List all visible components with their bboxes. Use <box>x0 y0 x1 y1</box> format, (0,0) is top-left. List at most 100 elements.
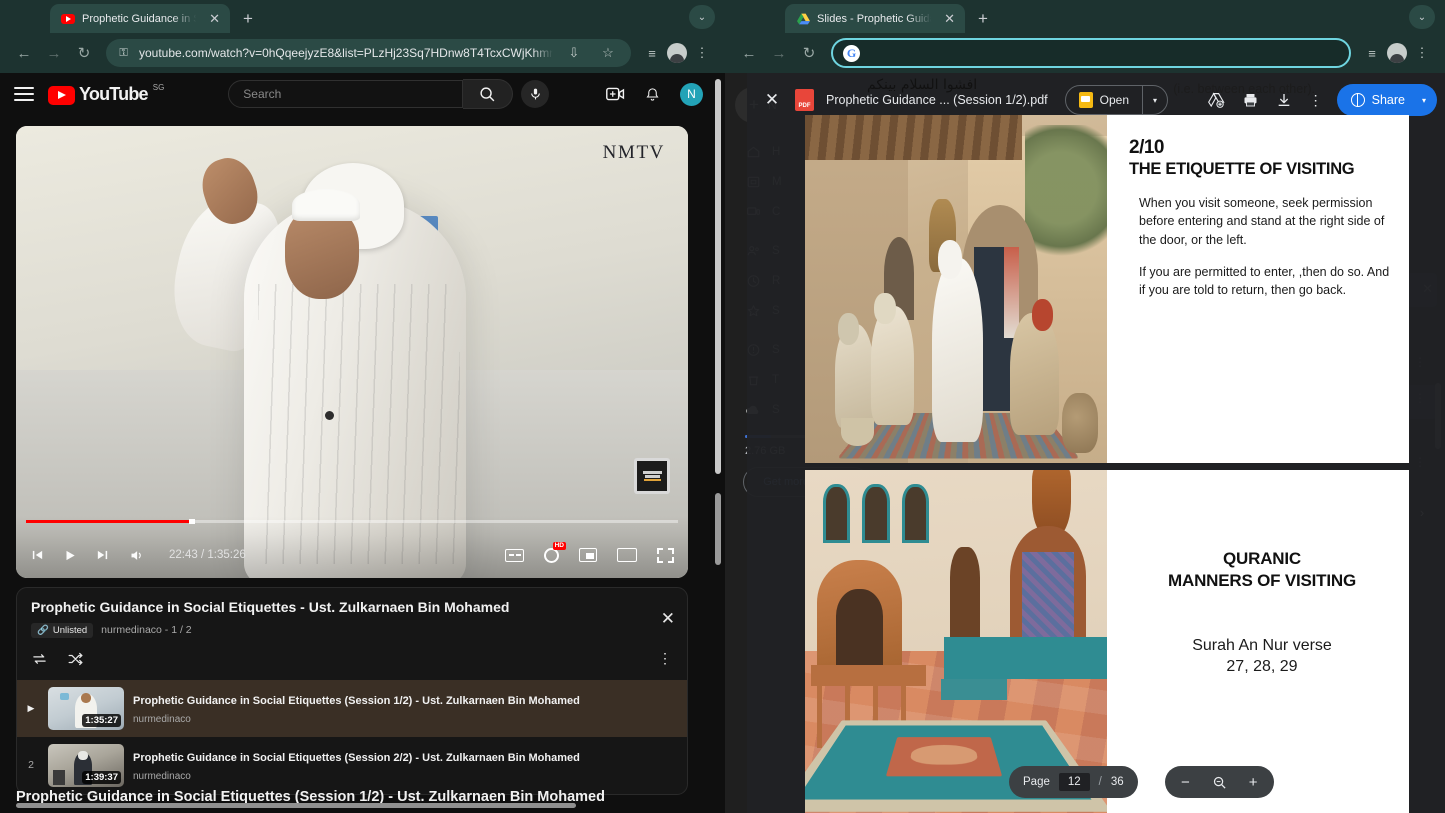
chevron-down-icon[interactable]: ⌄ <box>689 5 715 29</box>
create-video-icon[interactable] <box>606 86 625 102</box>
search-icon <box>479 86 496 103</box>
youtube-page: YouTube SG Search <box>0 73 725 813</box>
browser-window-youtube: Prophetic Guidance in Social ✕ + ⌄ ← → ↻… <box>0 0 725 813</box>
drive-page: + N H M C S <box>725 73 1445 813</box>
interior-room-illustration <box>805 470 1107 813</box>
screen: Prophetic Guidance in Social ✕ + ⌄ ← → ↻… <box>0 0 1445 813</box>
search-button[interactable] <box>463 79 513 109</box>
profile-avatar-icon[interactable] <box>667 43 687 63</box>
zoom-in-button[interactable]: + <box>1249 774 1258 791</box>
back-button[interactable]: ← <box>735 39 763 67</box>
bookmark-star-icon[interactable]: ☆ <box>595 40 621 66</box>
video-player[interactable]: NMTV <box>16 126 688 578</box>
reading-list-icon[interactable]: ≡ <box>1359 40 1385 66</box>
playlist-title: Prophetic Guidance in Social Etiquettes … <box>31 599 673 617</box>
pdf-page-slide-2[interactable]: QURANIC MANNERS OF VISITING Surah An Nur… <box>805 470 1409 813</box>
zoom-out-button[interactable]: − <box>1181 774 1190 791</box>
close-icon[interactable]: ✕ <box>207 10 222 27</box>
progress-played <box>26 520 189 523</box>
profile-avatar-icon[interactable] <box>1387 43 1407 63</box>
vertical-scrollbar[interactable] <box>715 79 721 474</box>
zoom-reset-icon[interactable] <box>1212 775 1227 790</box>
play-button[interactable] <box>63 548 77 563</box>
search-placeholder: Search <box>243 87 281 101</box>
shuffle-icon[interactable] <box>67 652 84 669</box>
kebab-menu-icon[interactable]: ⋮ <box>689 40 715 66</box>
fullscreen-button[interactable] <box>657 548 674 563</box>
slide-heading: THE ETIQUETTE OF VISITING <box>1129 160 1395 179</box>
list-item[interactable]: ▶ 1:35:27 Prophetic Guidance in Social E… <box>17 680 687 737</box>
page-label: Page <box>1023 776 1050 788</box>
search-input[interactable]: Search <box>228 80 463 108</box>
list-item[interactable]: 2 1:39:37 Prophetic Guidance in Social E… <box>17 737 687 794</box>
video-thumbnail[interactable]: 1:39:37 <box>48 744 124 787</box>
miniplayer-button[interactable] <box>579 548 597 562</box>
url-text: youtube.com/watch?v=0hQqeejyzE8&list=PLz… <box>139 46 553 60</box>
browser-window-drive: Slides - Prophetic Guidance i ✕ + ⌄ ← → … <box>725 0 1445 813</box>
install-icon[interactable]: ⇩ <box>561 40 587 66</box>
list-item-channel: nurmedinaco <box>133 714 675 725</box>
close-icon[interactable]: ✕ <box>942 10 957 27</box>
page-navigation: Page 12 / 36 <box>1009 766 1138 798</box>
list-item-channel: nurmedinaco <box>133 771 675 782</box>
time-display: 22:43 / 1:35:26 <box>169 549 246 561</box>
playlist-menu-icon[interactable]: ⋮ <box>658 650 673 667</box>
add-to-drive-icon[interactable] <box>1208 92 1225 108</box>
voice-search-button[interactable] <box>521 80 549 108</box>
new-tab-button[interactable]: + <box>243 9 253 29</box>
address-bar[interactable]: ⚿ youtube.com/watch?v=0hQqeejyzE8&list=P… <box>106 39 631 67</box>
reload-button[interactable]: ↻ <box>795 39 823 67</box>
duration-badge: 1:35:27 <box>82 714 121 727</box>
kebab-menu-icon[interactable]: ⋮ <box>1409 40 1435 66</box>
horizontal-scrollbar[interactable] <box>16 803 576 808</box>
notifications-bell-icon[interactable] <box>645 86 660 103</box>
back-button[interactable]: ← <box>10 39 38 67</box>
avatar[interactable]: N <box>680 83 703 106</box>
previous-button[interactable] <box>30 548 45 562</box>
open-with-button[interactable]: Open ▾ <box>1065 85 1168 115</box>
youtube-logo[interactable]: YouTube SG <box>48 84 164 105</box>
address-bar[interactable]: G <box>831 38 1351 68</box>
theater-mode-button[interactable] <box>617 548 637 562</box>
omnibox-left: ← → ↻ ⚿ youtube.com/watch?v=0hQqeejyzE8&… <box>0 33 725 73</box>
progress-handle[interactable] <box>189 519 195 524</box>
pdf-page-slide-1[interactable]: 2/10 THE ETIQUETTE OF VISITING When you … <box>805 115 1409 463</box>
open-dropdown-caret[interactable]: ▾ <box>1143 96 1167 105</box>
browser-tab-slides[interactable]: Slides - Prophetic Guidance i ✕ <box>785 4 965 33</box>
reading-list-icon[interactable]: ≡ <box>639 40 665 66</box>
hamburger-menu-icon[interactable] <box>14 87 34 101</box>
next-button[interactable] <box>95 548 110 562</box>
share-dropdown-caret[interactable]: ▾ <box>1418 96 1437 105</box>
progress-bar[interactable] <box>26 520 678 523</box>
download-icon[interactable] <box>1276 92 1292 108</box>
slide-heading-line-1: QURANIC <box>1129 548 1395 570</box>
site-settings-icon[interactable]: ⚿ <box>116 46 131 61</box>
close-preview-button[interactable]: ✕ <box>755 83 789 117</box>
youtube-play-icon <box>48 86 75 105</box>
share-button[interactable]: Share ▾ <box>1337 84 1437 116</box>
settings-gear-button[interactable]: HD <box>544 548 559 563</box>
more-options-icon[interactable]: ⋮ <box>1309 92 1323 109</box>
slide-1-text: 2/10 THE ETIQUETTE OF VISITING When you … <box>1107 115 1409 463</box>
new-tab-button[interactable]: + <box>978 9 988 29</box>
browser-tab-youtube[interactable]: Prophetic Guidance in Social ✕ <box>50 4 230 33</box>
page-number-input[interactable]: 12 <box>1059 773 1090 791</box>
print-icon[interactable] <box>1242 92 1259 108</box>
chevron-down-icon[interactable]: ⌄ <box>1409 5 1435 29</box>
duration-badge: 1:39:37 <box>82 771 121 784</box>
google-slides-icon <box>1079 92 1093 108</box>
loop-icon[interactable] <box>31 652 48 669</box>
share-label: Share <box>1372 93 1405 107</box>
vertical-scrollbar-secondary[interactable] <box>715 493 721 565</box>
playlist-panel: Prophetic Guidance in Social Etiquettes … <box>16 587 688 795</box>
video-logo-badge <box>634 458 670 494</box>
total-pages: 36 <box>1111 776 1124 788</box>
reload-button[interactable]: ↻ <box>70 39 98 67</box>
captions-button[interactable] <box>505 549 524 562</box>
forward-button[interactable]: → <box>40 39 68 67</box>
close-icon[interactable]: ✕ <box>661 610 675 627</box>
volume-button[interactable] <box>128 548 145 563</box>
forward-button[interactable]: → <box>765 39 793 67</box>
video-thumbnail[interactable]: 1:35:27 <box>48 687 124 730</box>
open-label: Open <box>1100 93 1129 107</box>
